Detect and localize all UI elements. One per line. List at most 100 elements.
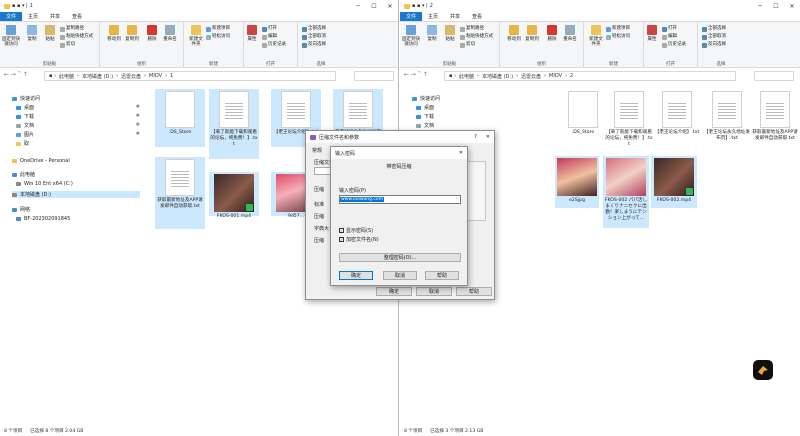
copy-button[interactable]: 复制 xyxy=(424,25,440,42)
help-button[interactable]: 帮助 xyxy=(425,271,459,280)
new-folder-button[interactable]: 新建文件夹 xyxy=(188,25,204,47)
nav-network-host[interactable]: BF-202302091845 xyxy=(16,216,70,222)
quick-access-toolbar[interactable]: ▪ ▪ ▾ | xyxy=(412,3,428,9)
file-item[interactable]: FKOS-001.mp4 xyxy=(209,172,259,219)
search-input[interactable] xyxy=(754,71,794,81)
history-button[interactable]: 历史记录 xyxy=(662,42,686,48)
nav-quick-access[interactable]: 快速访问 xyxy=(412,95,440,102)
pin-icon[interactable]: ✱ xyxy=(136,104,140,110)
nav-pictures[interactable]: 图片 xyxy=(16,131,34,138)
maximize-icon[interactable]: ☐ xyxy=(768,0,784,12)
delete-button[interactable]: 删除 xyxy=(544,25,560,42)
address-bar[interactable]: ▪ › 此电脑 › 本地磁盘 (D:) › 迅雷云盘 › MIDV › 1 xyxy=(44,71,336,81)
breadcrumb-current[interactable]: 1 xyxy=(170,73,173,79)
ok-button[interactable]: 确定 xyxy=(339,271,373,280)
tab-file[interactable]: 文件 xyxy=(0,12,23,21)
open-button[interactable]: 打开 xyxy=(262,26,277,32)
file-item[interactable]: 【来了就能下载和观看的论坛，纯免费！】.txt xyxy=(604,89,654,157)
select-all-button[interactable]: 全部选择 xyxy=(302,26,326,32)
copy-button[interactable]: 复制 xyxy=(24,25,40,42)
nav-quick-access[interactable]: 快速访问 xyxy=(12,95,40,102)
manage-passwords-button[interactable]: 整理密码(O)... xyxy=(339,253,461,262)
close-icon[interactable]: ✕ xyxy=(784,0,800,12)
nav-documents[interactable]: 文档 xyxy=(16,122,34,129)
copy-to-button[interactable]: 复制到 xyxy=(524,25,540,42)
tab-home[interactable]: 主页 xyxy=(22,12,44,21)
breadcrumb-drive[interactable]: 本地磁盘 (D:) xyxy=(82,73,113,80)
pin-quick-access-button[interactable]: 固定到快速访问 xyxy=(2,25,20,47)
file-item[interactable]: 【来了就能下载和观看的论坛，纯免费！】.txt xyxy=(209,89,259,159)
paste-shortcut-button[interactable]: 粘贴快捷方式 xyxy=(60,34,93,40)
breadcrumb-xunlei[interactable]: 迅雷云盘 xyxy=(121,73,141,80)
rename-button[interactable]: 重命名 xyxy=(562,25,578,42)
file-item[interactable]: 【老王论坛介绍】.txt xyxy=(652,89,702,147)
nav-desktop[interactable]: 桌面 xyxy=(416,104,434,111)
file-item[interactable]: FKOS-002.mp4 xyxy=(651,156,697,208)
select-none-button[interactable]: 全部取消 xyxy=(702,34,726,40)
nav-network[interactable]: 网络 xyxy=(12,206,30,213)
breadcrumb-thispc[interactable]: 此电脑 xyxy=(59,73,74,80)
rename-button[interactable]: 重命名 xyxy=(162,25,178,42)
tab-general[interactable]: 常规 xyxy=(312,147,322,154)
cut-button[interactable]: 剪切 xyxy=(460,42,475,48)
encrypt-filenames-checkbox[interactable]: ✓ 加密文件名(N) xyxy=(339,236,379,243)
new-item-button[interactable]: 新建项目 xyxy=(606,26,630,32)
close-icon[interactable]: ✕ xyxy=(382,0,398,12)
file-item[interactable]: FKOS-002 パパ活しまくりナニセクに出勤！楽しまうにテンション上がって..… xyxy=(603,156,649,228)
breadcrumb-midv[interactable]: MIDV xyxy=(149,73,162,79)
nav-documents[interactable]: 文档 xyxy=(416,122,434,129)
invert-selection-button[interactable]: 反向选择 xyxy=(302,42,326,48)
minimize-icon[interactable]: ─ xyxy=(350,0,366,12)
nav-back-icon[interactable]: ← → ˅ ↑ xyxy=(404,71,428,78)
nav-downloads[interactable]: 下载 xyxy=(16,113,34,120)
close-icon[interactable]: ✕ xyxy=(459,150,463,156)
tab-file[interactable]: 文件 xyxy=(400,12,423,21)
nav-drive-c[interactable]: Win 10 Ent x64 (C:) xyxy=(16,181,73,187)
maximize-icon[interactable]: ☐ xyxy=(366,0,382,12)
help-button[interactable]: 帮助 xyxy=(456,287,492,296)
nav-drive-d[interactable]: 本地磁盘 (D:) xyxy=(12,191,140,198)
move-to-button[interactable]: 移动到 xyxy=(106,25,122,42)
ok-button[interactable]: 确定 xyxy=(376,287,412,296)
delete-button[interactable]: 删除 xyxy=(144,25,160,42)
minimize-icon[interactable]: ─ xyxy=(752,0,768,12)
pin-icon[interactable]: ✱ xyxy=(136,131,140,137)
tab-view[interactable]: 查看 xyxy=(66,12,88,21)
file-item[interactable]: 【老王论坛永久地址发布页】.txt xyxy=(702,89,752,147)
file-item[interactable]: .DS_Store xyxy=(558,89,608,147)
tab-share[interactable]: 共享 xyxy=(444,12,466,21)
properties-button[interactable]: 属性 xyxy=(644,25,660,42)
easy-access-button[interactable]: 轻松访问 xyxy=(206,34,230,40)
nav-downloads[interactable]: 下载 xyxy=(416,113,434,120)
paste-button[interactable]: 粘贴 xyxy=(42,25,58,42)
copy-path-button[interactable]: 复制路径 xyxy=(460,26,484,32)
breadcrumb-xunlei[interactable]: 迅雷云盘 xyxy=(521,73,541,80)
quick-access-toolbar[interactable]: ▪ ▪ ▾ | xyxy=(12,3,28,9)
invert-selection-button[interactable]: 反向选择 xyxy=(702,42,726,48)
tab-home[interactable]: 主页 xyxy=(422,12,444,21)
show-password-checkbox[interactable]: ✓ 显示密码(S) xyxy=(339,227,373,234)
file-item[interactable]: .DS_Store xyxy=(155,89,205,147)
select-all-button[interactable]: 全部选择 xyxy=(702,26,726,32)
pin-icon[interactable]: ✱ xyxy=(136,113,140,119)
file-item[interactable]: e2Sjpg xyxy=(555,156,599,208)
nav-back-icon[interactable]: ← → ˅ ↑ xyxy=(4,71,28,78)
cut-button[interactable]: 剪切 xyxy=(60,42,75,48)
tab-view[interactable]: 查看 xyxy=(466,12,488,21)
paste-shortcut-button[interactable]: 粘贴快捷方式 xyxy=(460,34,493,40)
open-button[interactable]: 打开 xyxy=(662,26,677,32)
password-input[interactable]: www.laowang.com ˅ xyxy=(339,195,461,204)
new-folder-button[interactable]: 新建文件夹 xyxy=(588,25,604,47)
history-button[interactable]: 历史记录 xyxy=(262,42,286,48)
breadcrumb-current[interactable]: 2 xyxy=(570,73,573,79)
edit-button[interactable]: 编辑 xyxy=(662,34,677,40)
file-item[interactable]: 获取最新地址及APP请发邮件自动获取.txt xyxy=(155,157,205,229)
pin-icon[interactable]: ✱ xyxy=(136,122,140,128)
nav-thispc[interactable]: 此电脑 xyxy=(12,171,35,178)
properties-button[interactable]: 属性 xyxy=(244,25,260,42)
select-none-button[interactable]: 全部取消 xyxy=(302,34,326,40)
cancel-button[interactable]: 取消 xyxy=(383,271,417,280)
nav-onedrive[interactable]: OneDrive - Personal xyxy=(12,158,70,164)
close-icon[interactable]: ✕ xyxy=(486,134,490,140)
move-to-button[interactable]: 移动到 xyxy=(506,25,522,42)
